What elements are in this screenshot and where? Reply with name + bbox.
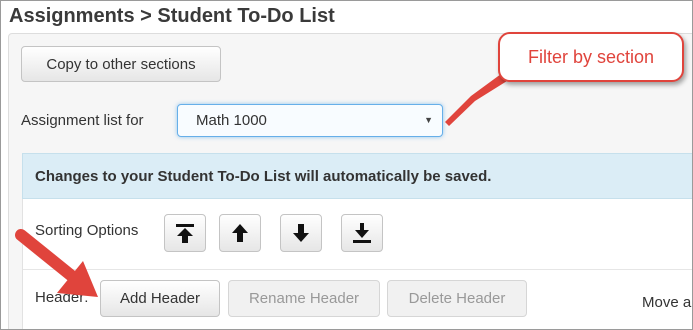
assignment-list-label: Assignment list for [21, 112, 144, 129]
copy-to-other-sections-button[interactable]: Copy to other sections [21, 46, 221, 82]
section-select-value: Math 1000 [196, 112, 267, 129]
callout-text: Filter by section [527, 46, 655, 67]
add-header-button[interactable]: Add Header [100, 280, 220, 317]
screenshot-frame: Assignments > Student To-Do List Copy to… [0, 0, 693, 330]
move-to-top-button[interactable] [164, 214, 206, 252]
move-up-icon [228, 221, 252, 245]
autosave-info-banner: Changes to your Student To-Do List will … [22, 153, 692, 199]
move-to-bottom-button[interactable] [341, 214, 383, 252]
move-to-top-icon [173, 221, 197, 245]
move-down-button[interactable] [280, 214, 322, 252]
page-title: Assignments > Student To-Do List [9, 5, 335, 27]
move-to-bottom-icon [350, 221, 374, 245]
move-down-icon [289, 221, 313, 245]
chevron-down-icon: ▼ [424, 115, 433, 125]
autosave-info-text: Changes to your Student To-Do List will … [35, 167, 492, 185]
rename-header-button[interactable]: Rename Header [228, 280, 380, 317]
divider [23, 269, 692, 270]
section-select[interactable]: Math 1000 ▼ [177, 104, 443, 137]
filter-by-section-callout: Filter by section [498, 32, 684, 82]
header-label: Header: [35, 289, 89, 306]
delete-header-button[interactable]: Delete Header [387, 280, 527, 317]
sorting-options-label: Sorting Options [35, 222, 139, 239]
move-label: Move a [642, 294, 692, 311]
move-up-button[interactable] [219, 214, 261, 252]
